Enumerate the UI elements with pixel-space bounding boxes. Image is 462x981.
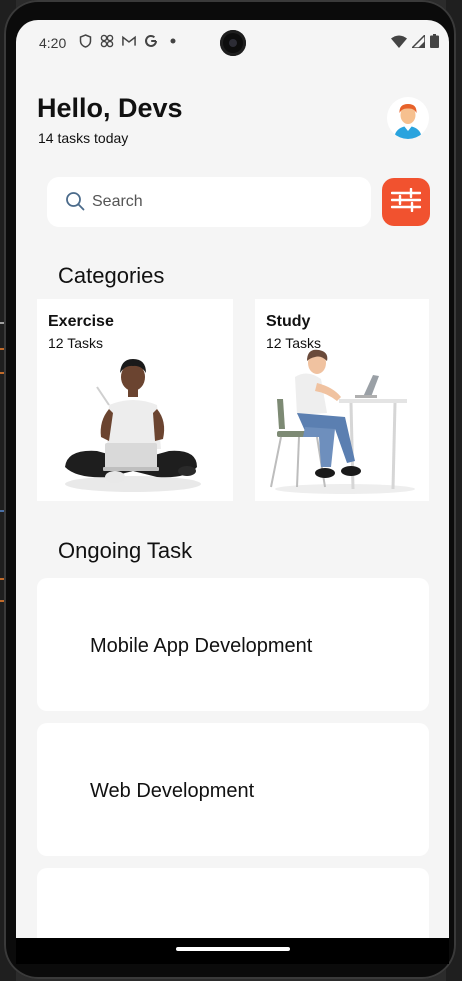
dot-icon <box>166 34 180 48</box>
wifi-icon <box>391 35 407 53</box>
status-bar: 4:20 <box>16 20 449 68</box>
shield-icon <box>78 34 92 48</box>
ongoing-task-heading: Ongoing Task <box>58 538 193 563</box>
task-card-partial[interactable] <box>37 868 429 938</box>
category-card-exercise[interactable]: Exercise 12 Tasks <box>37 299 233 501</box>
search-icon <box>65 191 85 216</box>
task-card-mobile-app[interactable]: Mobile App Development <box>37 578 429 711</box>
greeting-title: Hello, Devs <box>37 93 183 123</box>
status-icons-left <box>78 34 180 48</box>
google-icon <box>144 34 158 48</box>
signal-icon <box>410 32 426 53</box>
category-name: Study <box>266 313 311 330</box>
search-bar[interactable] <box>47 177 371 227</box>
home-indicator[interactable] <box>176 947 290 951</box>
task-card-web[interactable]: Web Development <box>37 723 429 856</box>
search-input[interactable] <box>92 191 352 213</box>
task-title: Mobile App Development <box>90 635 313 657</box>
navigation-bar <box>16 938 449 964</box>
app-screen: 4:20 Hello, Devs 14 tasks today Search C… <box>16 20 449 938</box>
pinwheel-icon <box>100 34 114 48</box>
status-time: 4:20 <box>39 35 67 51</box>
sliders-icon <box>390 187 422 217</box>
task-title: Web Development <box>90 780 255 802</box>
person-with-laptop-illustration <box>37 349 233 501</box>
gmail-icon <box>122 34 136 48</box>
front-camera <box>220 30 246 56</box>
filter-button[interactable] <box>382 178 430 226</box>
tasks-today-count: 14 tasks today <box>38 130 129 146</box>
battery-icon <box>430 34 439 53</box>
category-card-study[interactable]: Study 12 Tasks <box>255 299 429 501</box>
status-icons-right <box>391 32 439 53</box>
categories-heading: Categories <box>58 263 165 288</box>
category-name: Exercise <box>48 313 114 330</box>
user-avatar-icon[interactable] <box>387 97 429 139</box>
person-at-desk-illustration <box>255 349 429 501</box>
